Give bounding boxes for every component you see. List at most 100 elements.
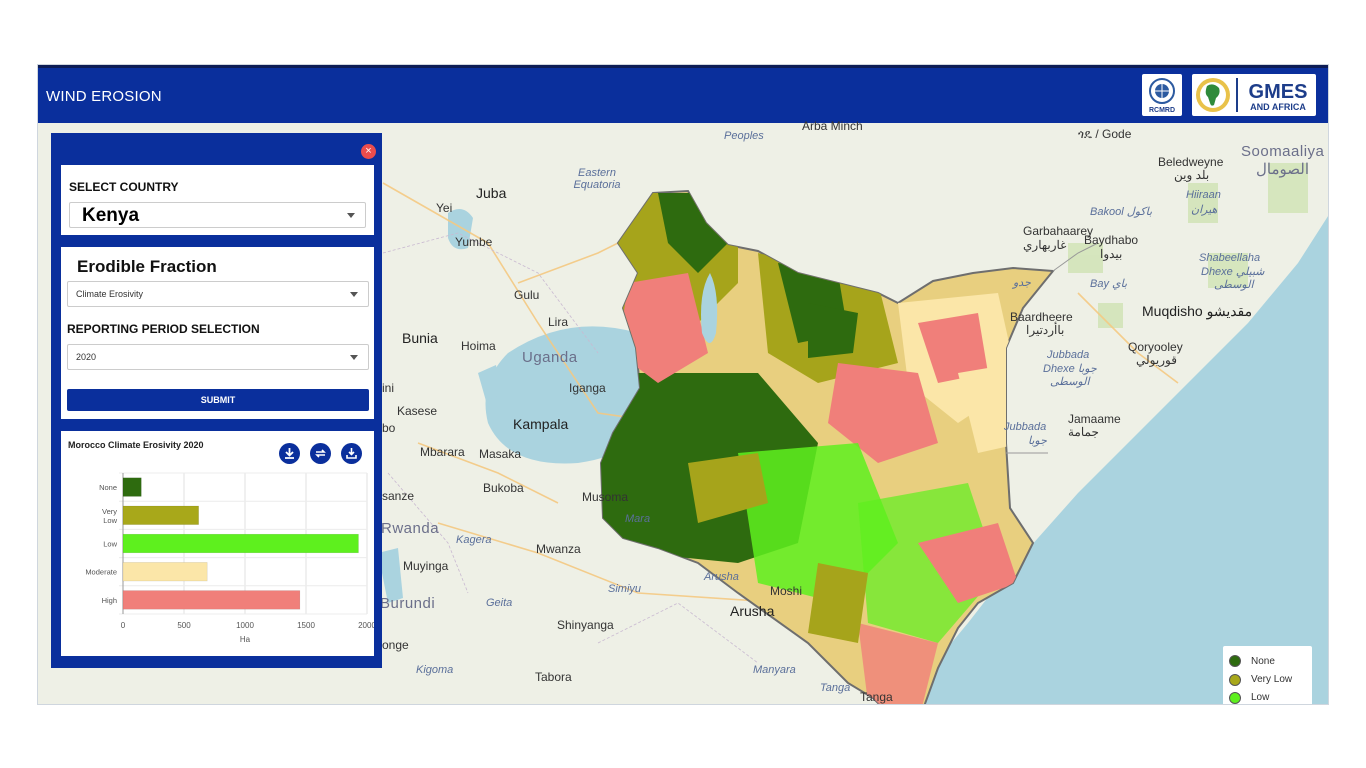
- map-label-somalia: Soomaaliya: [1241, 143, 1325, 160]
- x-axis-label: Ha: [240, 635, 251, 644]
- map-label-fragment-sanze: sanze: [382, 489, 415, 503]
- map-label-mara: Mara: [625, 513, 651, 525]
- map-label-jamaame-ar: جمامة: [1068, 425, 1099, 439]
- y-tick-label: Very: [102, 507, 117, 516]
- x-tick-label: 1000: [236, 621, 254, 630]
- legend-label: Very Low: [1251, 674, 1293, 686]
- gmes-logo-text: GMES: [1249, 81, 1308, 103]
- map-label-bukoba: Bukoba: [483, 481, 524, 495]
- x-tick-label: 0: [121, 621, 126, 630]
- map-label-musoma: Musoma: [582, 490, 629, 504]
- legend-swatch: [1229, 673, 1241, 686]
- map-label-shabeellaha: Shabeellaha: [1199, 252, 1261, 264]
- map-label-mbarara: Mbarara: [420, 445, 465, 459]
- period-select[interactable]: 2020: [67, 344, 369, 370]
- map-label-bay: Bay باي: [1090, 278, 1128, 290]
- country-select-value: Kenya: [82, 205, 140, 226]
- legend-item: None: [1229, 652, 1312, 670]
- map-label-fragment-onge: onge: [382, 638, 409, 652]
- close-panel-button[interactable]: ×: [361, 144, 376, 159]
- map-label-dhexe-ar: الوسطى: [1214, 279, 1254, 291]
- map-label-geita: Geita: [486, 597, 513, 609]
- map-label-tanga-region: Tanga: [820, 682, 851, 694]
- map-label-masaka: Masaka: [479, 447, 522, 461]
- layer-heading: Erodible Fraction: [77, 257, 217, 276]
- period-label: REPORTING PERIOD SELECTION: [67, 322, 260, 336]
- country-label: SELECT COUNTRY: [69, 180, 179, 194]
- map-label-jubbada-ar: الوسطى: [1050, 376, 1090, 388]
- map-label-hiiraan-ar: هيران: [1191, 204, 1218, 216]
- map-label-fragment-ini: ini: [382, 381, 395, 395]
- map-label-arba-minch: Arba Minch: [802, 119, 863, 133]
- bar-moderate: [122, 562, 208, 582]
- map-label-burundi: Burundi: [380, 595, 436, 612]
- map-label-simiyu: Simiyu: [608, 583, 642, 595]
- map-label-baydhabo-ar: بيدوا: [1100, 247, 1123, 261]
- partner-logos: RCMRD GMES AND AFRICA: [1142, 74, 1316, 116]
- map-label-jubbada-dhexe: Dhexe جوبا: [1043, 363, 1097, 375]
- y-tick-label: High: [102, 596, 117, 605]
- map-label-beledweyne: Beledweyne: [1158, 155, 1224, 169]
- map-label-yumbe: Yumbe: [455, 235, 493, 249]
- map-label-tabora: Tabora: [535, 670, 572, 684]
- chevron-down-icon: [350, 292, 358, 297]
- map-legend: NoneVery LowLowModerateHigh: [1223, 646, 1312, 704]
- map-label-kagera: Kagera: [456, 534, 492, 546]
- map-label-jubbada-2-ar: جوبا: [1028, 435, 1047, 447]
- map-label-eastern-equatoria: Eastern Equatoria: [573, 167, 621, 191]
- legend-label: Low: [1251, 692, 1270, 704]
- legend-item: Very Low: [1229, 670, 1312, 688]
- x-tick-label: 1500: [297, 621, 315, 630]
- map-label-yei: Yei: [436, 201, 453, 215]
- layer-select-value: Climate Erosivity: [76, 289, 144, 299]
- control-panel: × SELECT COUNTRY Kenya Erodible Fraction…: [51, 133, 382, 668]
- rcmrd-logo: RCMRD: [1142, 74, 1182, 116]
- map-label-kasese: Kasese: [397, 404, 438, 418]
- bar-low: [122, 533, 359, 554]
- submit-button[interactable]: SUBMIT: [67, 389, 369, 411]
- map-label-qoryooley: Qoryooley: [1128, 340, 1183, 354]
- legend-label: None: [1251, 655, 1275, 667]
- map-label-mwanza: Mwanza: [536, 542, 581, 556]
- layer-card: Erodible Fraction Climate Erosivity REPO…: [61, 247, 374, 419]
- map-label-gulu: Gulu: [514, 288, 540, 302]
- country-select[interactable]: Kenya: [69, 202, 366, 228]
- map-label-kigoma: Kigoma: [416, 664, 454, 676]
- map-label-garbahaarey: Garbahaarey: [1023, 224, 1094, 238]
- map-label-arusha: Arusha: [730, 603, 775, 619]
- map-label-somalia-ar: الصومال: [1256, 161, 1309, 178]
- legend-swatch: [1229, 691, 1241, 704]
- bar-high: [122, 590, 301, 610]
- app-window: WIND EROSION RCMRD GMES AND AFRICA Juba …: [37, 64, 1329, 705]
- app-title: WIND EROSION: [46, 88, 162, 105]
- y-tick-label: Low: [103, 516, 117, 525]
- map-label-lira: Lira: [548, 315, 569, 329]
- map-label-bunia: Bunia: [402, 330, 438, 346]
- rcmrd-logo-text: RCMRD: [1149, 107, 1175, 114]
- chevron-down-icon: [350, 355, 358, 360]
- map-label-moshi: Moshi: [770, 584, 803, 598]
- map-label-beledweyne-ar: بلد وين: [1174, 168, 1210, 182]
- map-label-iganga: Iganga: [569, 381, 606, 395]
- map-label-gode: ጎዴ / Gode: [1078, 127, 1132, 141]
- map-label-uganda: Uganda: [522, 349, 578, 366]
- map-label-kampala: Kampala: [513, 416, 569, 432]
- app-header: WIND EROSION RCMRD GMES AND AFRICA: [38, 65, 1328, 123]
- map-label-manyara: Manyara: [753, 664, 796, 676]
- map-label-arusha-region: Arusha: [704, 571, 739, 583]
- y-tick-label: None: [99, 483, 117, 492]
- period-select-value: 2020: [76, 352, 97, 362]
- map-label-rwanda: Rwanda: [381, 520, 440, 537]
- map-label-garbahaarey-ar: غاربهاري: [1023, 238, 1067, 252]
- map-label-fragment-bo: bo: [382, 421, 396, 435]
- layer-select[interactable]: Climate Erosivity: [67, 281, 369, 307]
- country-card: SELECT COUNTRY Kenya: [61, 165, 374, 235]
- map-label-muyinga: Muyinga: [403, 559, 449, 573]
- map-label-hoima: Hoima: [461, 339, 496, 353]
- map-label-gedo: جدو: [1013, 277, 1031, 289]
- map-label-hiiraan: Hiiraan: [1186, 189, 1221, 201]
- map-label-qoryooley-ar: قوريولي: [1136, 353, 1177, 367]
- map-label-muqdisho: Muqdisho مقديشو: [1142, 303, 1253, 319]
- map-label-baardheere: Baardheere: [1010, 310, 1073, 324]
- x-tick-label: 2000: [358, 621, 374, 630]
